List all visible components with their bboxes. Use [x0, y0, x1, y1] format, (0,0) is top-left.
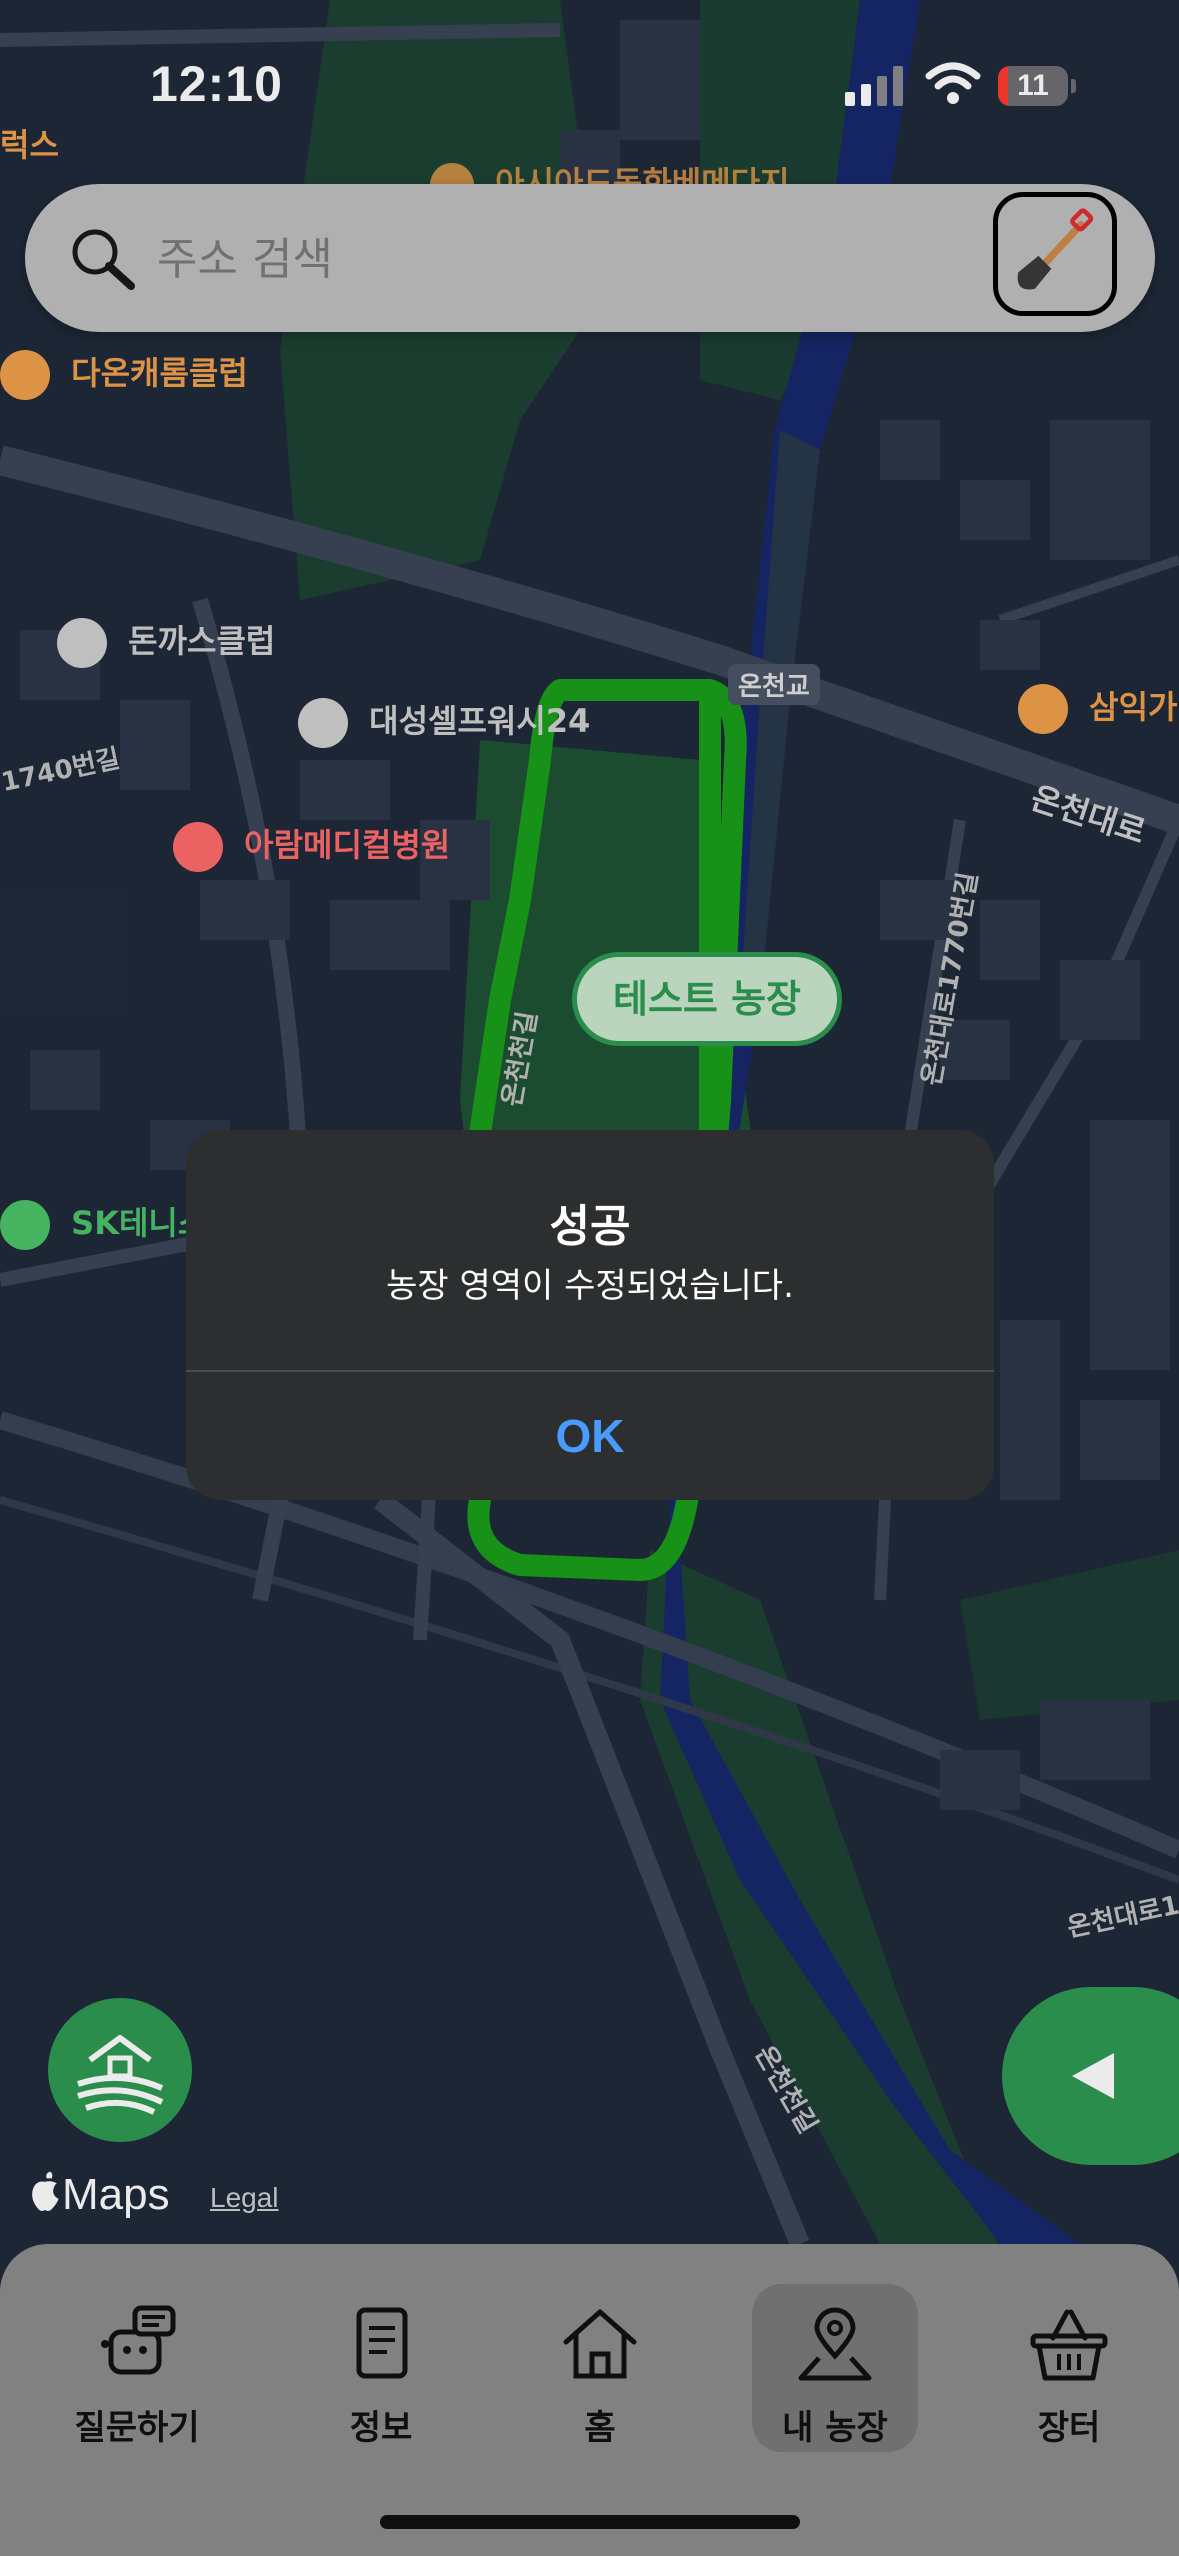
alert-title: 성공 [549, 1201, 631, 1252]
success-alert-dialog: 성공 농장 영역이 수정되었습니다. OK [186, 1130, 994, 1500]
alert-message: 농장 영역이 수정되었습니다. [386, 1266, 794, 1306]
ok-button[interactable]: OK [186, 1372, 994, 1500]
